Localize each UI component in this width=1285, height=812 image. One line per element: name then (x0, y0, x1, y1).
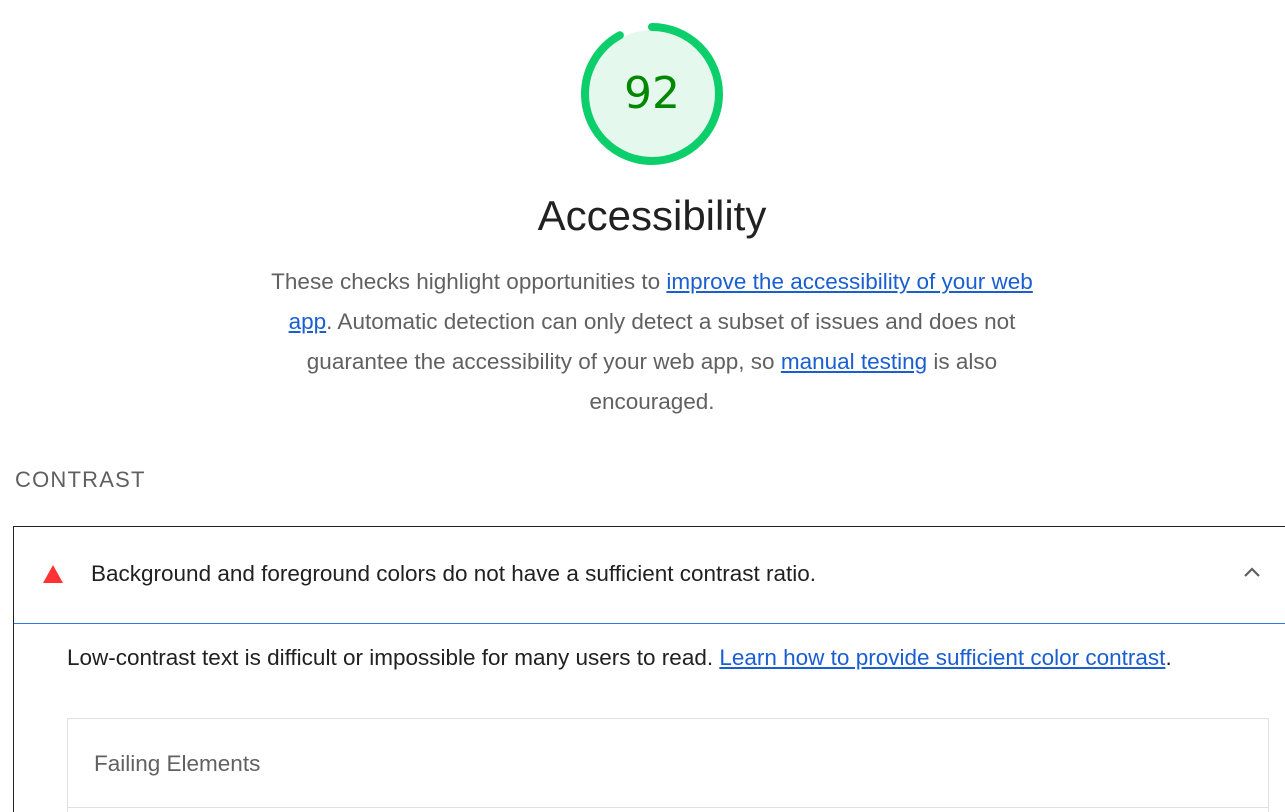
audit-description-text: Low-contrast text is difficult or imposs… (67, 645, 720, 670)
fail-triangle-icon (43, 565, 63, 583)
failing-elements-title: Failing Elements (94, 751, 261, 776)
table-divider (68, 807, 1268, 808)
lighthouse-report: 92 Accessibility These checks highlight … (0, 0, 1285, 812)
chevron-up-icon[interactable] (1242, 565, 1262, 579)
failing-elements-table: Failing Elements (67, 718, 1269, 812)
group-title: CONTRAST (15, 467, 146, 492)
manual-testing-link[interactable]: manual testing (781, 349, 927, 374)
audit-title: Background and foreground colors do not … (91, 561, 817, 586)
learn-more-link[interactable]: Learn how to provide sufficient color co… (719, 645, 1165, 670)
description-text: These checks highlight opportunities to (271, 269, 667, 294)
category-description: These checks highlight opportunities to … (252, 262, 1052, 422)
score-value: 92 (624, 68, 680, 119)
audit-description: Low-contrast text is difficult or imposs… (67, 645, 1172, 671)
audit-header[interactable]: Background and foreground colors do not … (14, 527, 1285, 624)
audit-description-end: . (1165, 645, 1172, 670)
category-title: Accessibility (537, 192, 767, 239)
score-gauge: 92 (579, 21, 725, 167)
audit-contrast: Background and foreground colors do not … (13, 526, 1285, 812)
